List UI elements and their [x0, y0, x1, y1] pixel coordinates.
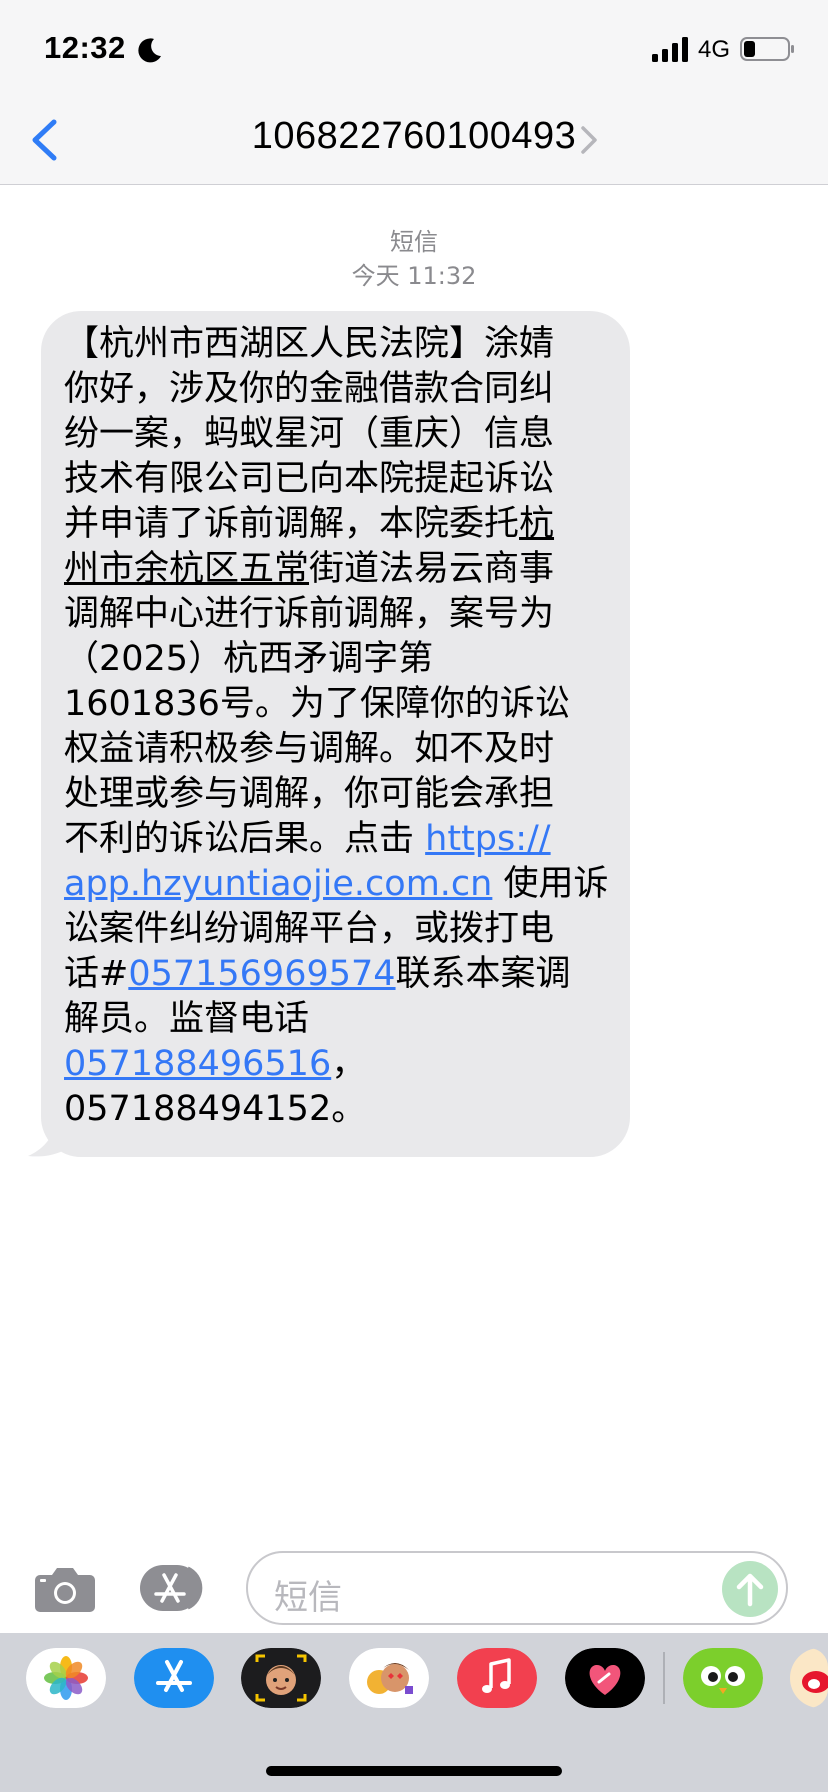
message-line: 并申请了诉前调解，本院委托杭: [64, 504, 555, 544]
detected-data-underline[interactable]: 杭: [519, 504, 554, 544]
status-bar: 12:32 4G: [0, 0, 828, 95]
message-line: （2025）杭西矛调字第: [64, 639, 434, 679]
network-type: 4G: [698, 36, 731, 63]
message-line: app.hzyuntiaojie.com.cn 使用诉: [64, 864, 609, 904]
app-store-icon[interactable]: [138, 1563, 214, 1613]
digital-touch-app-icon[interactable]: [565, 1648, 645, 1708]
phone-link[interactable]: 057156969574: [128, 954, 395, 994]
send-button[interactable]: [722, 1561, 778, 1617]
message-text: 【杭州市西湖区人民法院】涂婧 你好，涉及你的金融借款合同纠 纷一案，蚂蚁星河（重…: [64, 322, 616, 1132]
message-line: 州市余杭区五常街道法易云商事: [64, 549, 555, 589]
signal-icon: [652, 37, 688, 62]
message-line: 057188494152。: [64, 1089, 367, 1129]
message-line: 讼案件纠纷调解平台，或拨打电: [64, 909, 555, 949]
memoji-app-icon[interactable]: [241, 1648, 321, 1708]
home-indicator[interactable]: [266, 1766, 562, 1776]
message-line: 057188496516，: [64, 1044, 367, 1084]
message-line: 处理或参与调解，你可能会承担: [64, 774, 555, 814]
contact-name[interactable]: 106822760100493: [0, 115, 828, 158]
weibo-app-icon[interactable]: [790, 1648, 828, 1708]
url-link[interactable]: app.hzyuntiaojie.com.cn: [64, 864, 492, 904]
phone-link[interactable]: 057188496516: [64, 1044, 331, 1084]
drawer-divider: [663, 1652, 665, 1704]
message-line: 话#057156969574联系本案调: [64, 954, 571, 994]
message-timestamp: 今天 11:32: [351, 262, 477, 290]
message-line: 技术有限公司已向本院提起诉讼: [64, 459, 555, 499]
service-label: 短信: [390, 228, 438, 256]
battery-icon: [740, 37, 794, 61]
message-line: 纷一案，蚂蚁星河（重庆）信息: [64, 414, 555, 454]
message-input[interactable]: 短信: [246, 1551, 788, 1625]
duolingo-app-icon[interactable]: [683, 1648, 763, 1708]
chevron-right-icon[interactable]: [580, 125, 598, 155]
camera-icon[interactable]: [34, 1565, 96, 1613]
message-line: 不利的诉讼后果。点击 https://: [64, 819, 551, 859]
status-time: 12:32: [44, 30, 126, 65]
detected-data-underline[interactable]: 州市余杭区五常: [64, 549, 309, 589]
url-link[interactable]: https://: [425, 819, 550, 859]
message-line: 调解中心进行诉前调解，案号为: [64, 594, 555, 634]
moon-icon: [138, 38, 161, 63]
message-line: 权益请积极参与调解。如不及时: [64, 729, 555, 769]
conversation-header: 106822760100493: [0, 95, 828, 185]
photos-app-icon[interactable]: [26, 1648, 106, 1708]
message-line: 你好，涉及你的金融借款合同纠: [64, 369, 555, 409]
music-app-icon[interactable]: [457, 1648, 537, 1708]
message-line: 解员。监督电话: [64, 999, 310, 1039]
arrow-up-icon: [736, 1573, 764, 1607]
message-line: 【杭州市西湖区人民法院】涂婧: [64, 324, 555, 364]
input-placeholder: 短信: [274, 1578, 342, 1618]
app-store-app-icon[interactable]: [134, 1648, 214, 1708]
message-line: 1601836号。为了保障你的诉讼: [64, 684, 570, 724]
animoji-stickers-app-icon[interactable]: [349, 1648, 429, 1708]
